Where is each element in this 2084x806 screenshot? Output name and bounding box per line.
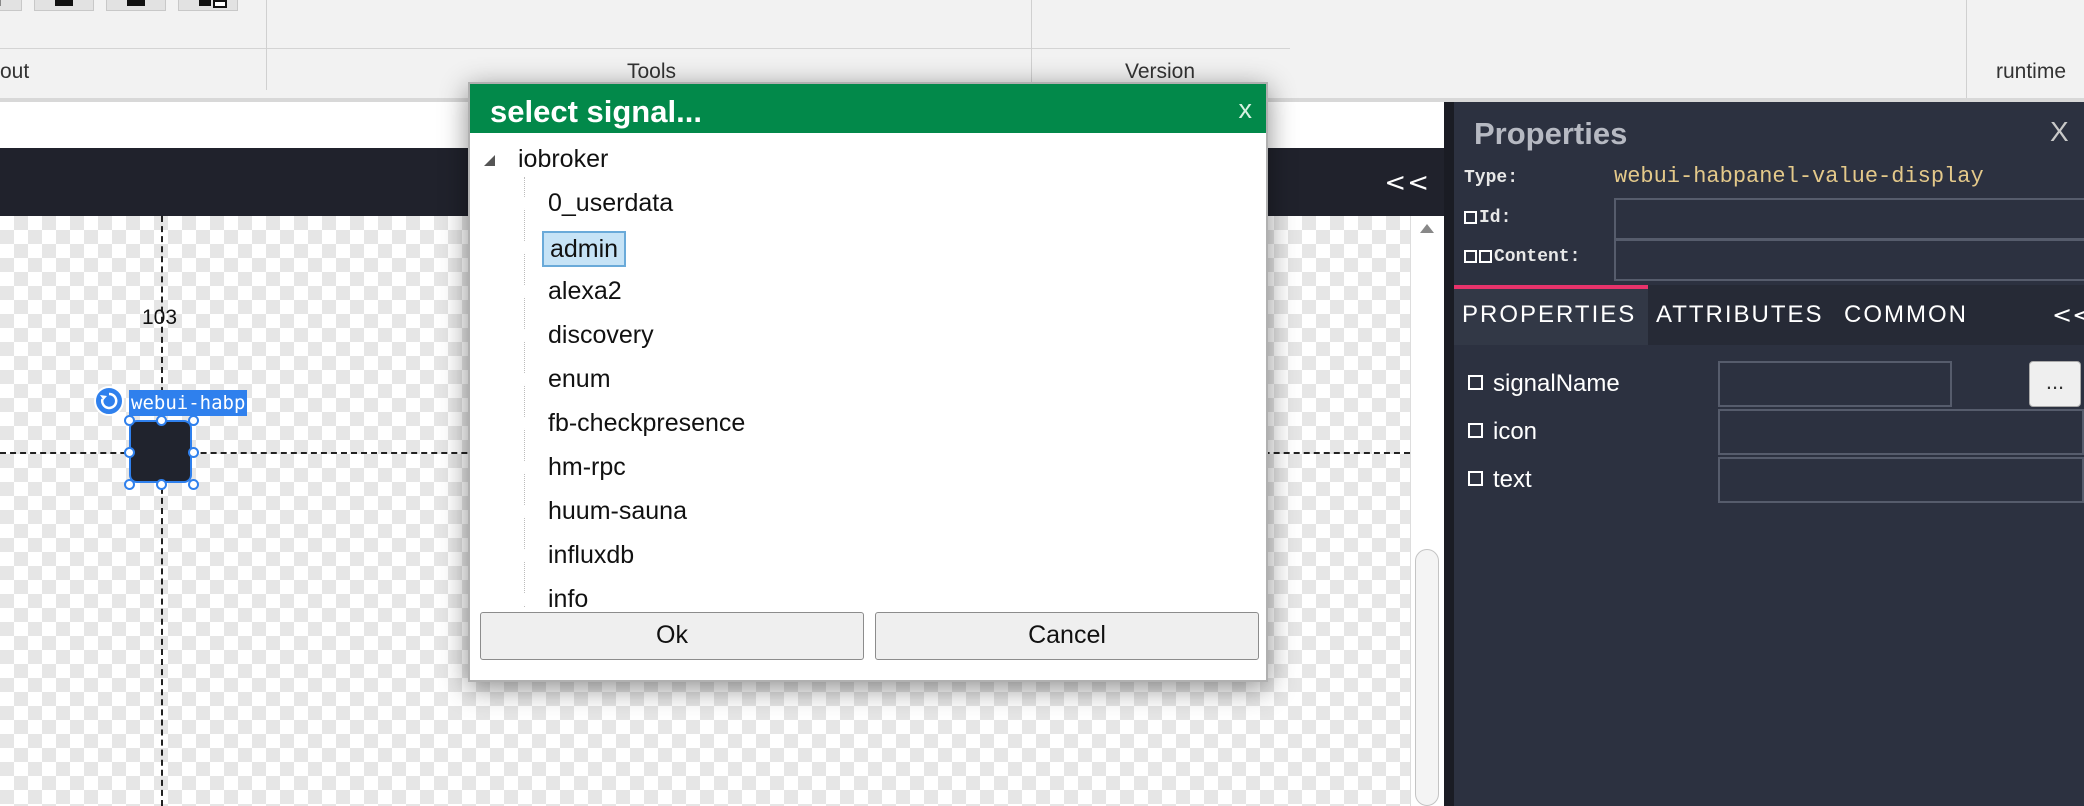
dimension-label: 103 bbox=[142, 306, 178, 329]
signalname-label: signalName bbox=[1493, 370, 1620, 397]
collapsed-arrow-icon[interactable] bbox=[522, 414, 535, 432]
content-label-row: Content: bbox=[1464, 247, 1580, 267]
ribbon-button[interactable] bbox=[178, 0, 238, 11]
resize-handle[interactable] bbox=[156, 415, 167, 426]
collapsed-arrow-icon[interactable] bbox=[522, 238, 535, 256]
tree-node[interactable]: huum-sauna bbox=[542, 495, 693, 527]
text-input[interactable] bbox=[1718, 457, 2084, 503]
content-input[interactable] bbox=[1614, 239, 2084, 281]
selected-element[interactable] bbox=[129, 420, 192, 483]
tree-node[interactable]: alexa2 bbox=[542, 275, 628, 307]
tree-node[interactable]: discovery bbox=[542, 319, 660, 351]
icon-row: icon bbox=[1468, 418, 1537, 446]
panel-close-button[interactable]: X bbox=[2050, 116, 2069, 148]
expanded-arrow-icon[interactable] bbox=[484, 155, 495, 166]
tree-node[interactable]: admin bbox=[542, 231, 627, 267]
collapsed-arrow-icon[interactable] bbox=[522, 326, 535, 344]
rotate-handle-icon[interactable] bbox=[94, 386, 124, 416]
ribbon-button[interactable] bbox=[0, 0, 22, 11]
tab-properties[interactable]: PROPERTIES bbox=[1462, 301, 1636, 329]
icon-input[interactable] bbox=[1718, 409, 2084, 455]
ribbon-group-label: out bbox=[0, 60, 30, 83]
ok-button[interactable]: Ok bbox=[480, 612, 864, 660]
tree-node[interactable]: info bbox=[542, 583, 594, 608]
tree-root-node[interactable]: iobroker bbox=[512, 143, 614, 175]
tree-node[interactable]: hm-rpc bbox=[542, 451, 632, 483]
content-label: Content: bbox=[1494, 247, 1581, 267]
tree-node[interactable]: enum bbox=[542, 363, 617, 395]
element-tag-label: webui-habp bbox=[129, 390, 248, 416]
signalname-checkbox[interactable] bbox=[1468, 375, 1483, 390]
collapse-button[interactable]: << bbox=[1384, 168, 1430, 198]
dialog-title: select signal... bbox=[490, 94, 702, 129]
collapsed-arrow-icon[interactable] bbox=[522, 546, 535, 564]
collapsed-arrow-icon[interactable] bbox=[522, 590, 535, 608]
ribbon-separator bbox=[1031, 0, 1032, 90]
id-label: Id: bbox=[1479, 208, 1512, 228]
ribbon-group-label: Tools bbox=[627, 60, 677, 83]
resize-handle[interactable] bbox=[188, 447, 199, 458]
signalname-row: signalName bbox=[1468, 370, 1620, 398]
tree-node[interactable]: 0_userdata bbox=[542, 187, 679, 219]
scrollbar-thumb[interactable] bbox=[1415, 549, 1439, 806]
properties-panel: Properties X Type: webui-habpanel-value-… bbox=[1454, 102, 2084, 806]
ribbon-separator bbox=[266, 0, 267, 90]
cancel-button[interactable]: Cancel bbox=[875, 612, 1259, 660]
resize-handle[interactable] bbox=[188, 479, 199, 490]
id-input[interactable] bbox=[1614, 198, 2084, 240]
resize-handle[interactable] bbox=[124, 479, 135, 490]
collapsed-arrow-icon[interactable] bbox=[522, 502, 535, 520]
signal-tree: iobroker 0_userdataadmin alexa2 discovery e… bbox=[470, 133, 1266, 608]
type-label: Type: bbox=[1464, 168, 1519, 188]
collapsed-arrow-icon[interactable] bbox=[522, 458, 535, 476]
tabs-collapse-button[interactable]: << bbox=[2052, 301, 2084, 329]
ribbon-button[interactable] bbox=[106, 0, 166, 11]
id-checkbox[interactable] bbox=[1464, 210, 1477, 224]
text-checkbox[interactable] bbox=[1468, 471, 1483, 486]
tab-common[interactable]: COMMON bbox=[1844, 301, 1968, 329]
vertical-scrollbar[interactable] bbox=[1410, 216, 1445, 806]
collapsed-arrow-icon[interactable] bbox=[522, 282, 535, 300]
tree-node[interactable]: fb-checkpresence bbox=[542, 407, 751, 439]
scroll-up-arrow-icon[interactable] bbox=[1420, 224, 1434, 233]
dialog-titlebar[interactable]: select signal... x bbox=[470, 84, 1266, 133]
resize-handle[interactable] bbox=[156, 479, 167, 490]
signal-browse-button[interactable]: ... bbox=[2029, 361, 2081, 407]
tab-attributes[interactable]: ATTRIBUTES bbox=[1656, 301, 1824, 329]
panel-title: Properties bbox=[1474, 116, 1628, 151]
type-value: webui-habpanel-value-display bbox=[1614, 164, 1984, 189]
resize-handle[interactable] bbox=[124, 415, 135, 426]
id-label-row: Id: bbox=[1464, 208, 1511, 228]
content-checkbox[interactable] bbox=[1464, 249, 1477, 263]
resize-handle[interactable] bbox=[188, 415, 199, 426]
panel-splitter[interactable] bbox=[1444, 102, 1454, 806]
signalname-input[interactable] bbox=[1718, 361, 1952, 407]
dialog-close-button[interactable]: x bbox=[1239, 94, 1253, 125]
select-signal-dialog: select signal... x iobroker 0_userdataad… bbox=[468, 82, 1268, 682]
ribbon-button[interactable] bbox=[34, 0, 94, 11]
collapsed-arrow-icon[interactable] bbox=[522, 370, 535, 388]
text-row: text bbox=[1468, 466, 1532, 494]
collapsed-arrow-icon[interactable] bbox=[522, 194, 535, 212]
ribbon-group-label: Version bbox=[1125, 60, 1196, 83]
icon-label: icon bbox=[1493, 418, 1538, 445]
ribbon-separator bbox=[1966, 0, 1967, 98]
resize-handle[interactable] bbox=[124, 447, 135, 458]
ribbon-divider bbox=[0, 48, 1290, 49]
text-label: text bbox=[1493, 466, 1532, 493]
vertical-guide-line bbox=[161, 216, 163, 806]
ribbon-group-label: runtime bbox=[1996, 60, 2067, 83]
dialog-button-bar: Ok Cancel bbox=[470, 608, 1266, 680]
icon-checkbox[interactable] bbox=[1468, 423, 1483, 438]
tree-node[interactable]: influxdb bbox=[542, 539, 640, 571]
content-checkbox-secondary[interactable] bbox=[1479, 249, 1492, 263]
